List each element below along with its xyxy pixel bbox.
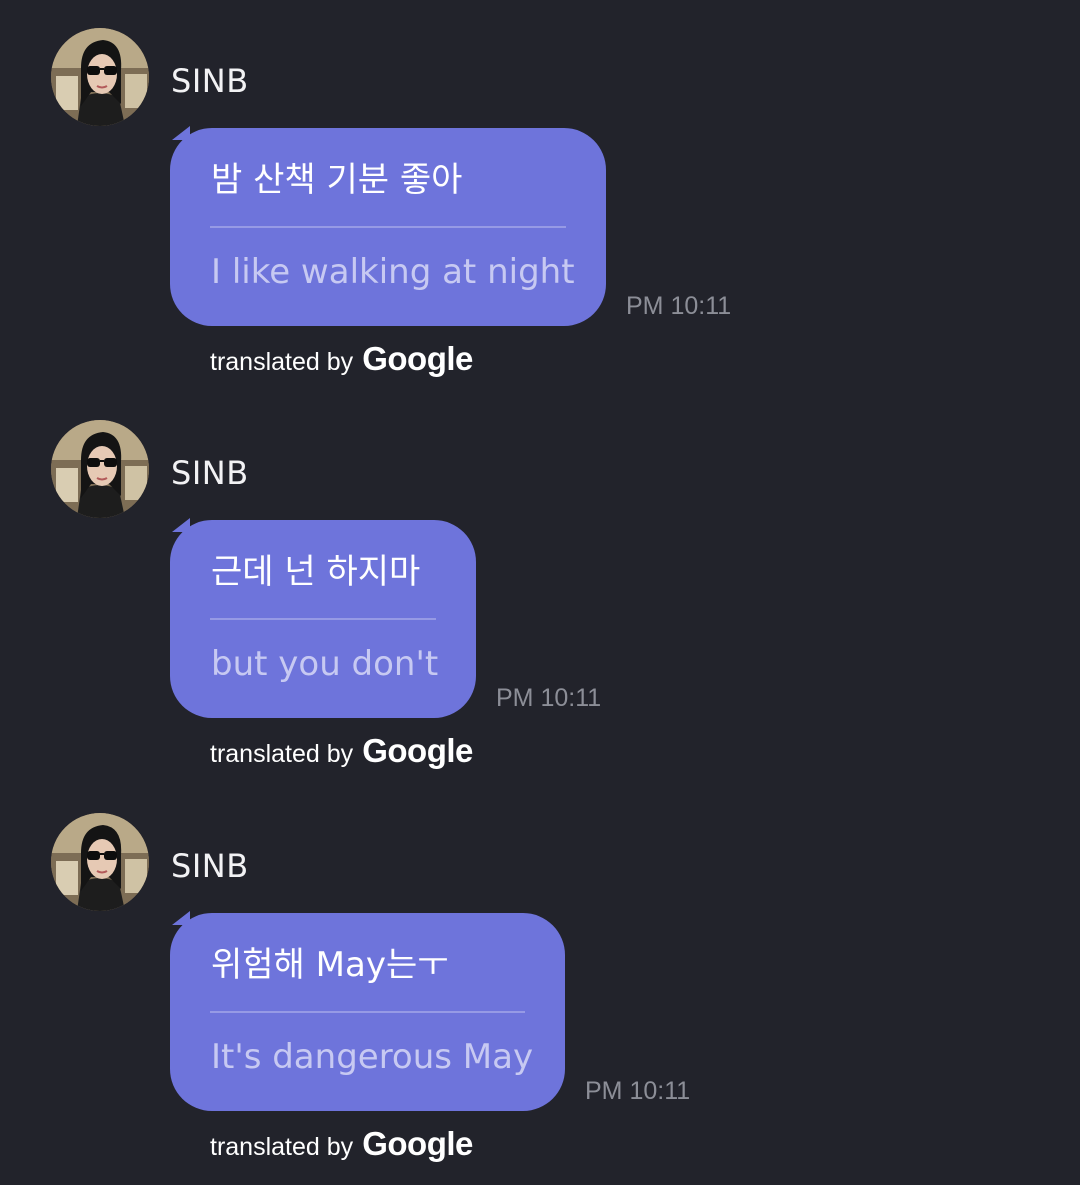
- timestamp: PM 10:11: [496, 684, 602, 712]
- translation-attribution: translated by Google: [210, 732, 473, 770]
- avatar-photo-icon: [51, 28, 149, 126]
- message-bubble[interactable]: 근데 넌 하지마 but you don't: [170, 520, 476, 718]
- translation-divider: [210, 226, 566, 228]
- message-bubble[interactable]: 위험해 May는ㅜ It's dangerous May: [170, 913, 565, 1111]
- timestamp: PM 10:11: [585, 1077, 691, 1105]
- chat-message: SINB 위험해 May는ㅜ It's dangerous May PM 10:…: [0, 785, 1080, 1177]
- sender-name: SINB: [171, 62, 249, 100]
- chat-message: SINB 근데 넌 하지마 but you don't PM 10:11 tra…: [0, 392, 1080, 784]
- translation-divider: [210, 1011, 525, 1013]
- google-logo: Google: [362, 1125, 473, 1162]
- attribution-prefix: translated by: [210, 348, 354, 376]
- translated-text: It's dangerous May: [211, 1037, 534, 1077]
- original-text: 근데 넌 하지마: [211, 552, 421, 592]
- translation-attribution: translated by Google: [210, 340, 473, 378]
- translated-text: I like walking at night: [211, 252, 575, 292]
- chat-message: SINB 밤 산책 기분 좋아 I like walking at night …: [0, 0, 1080, 392]
- avatar[interactable]: [51, 420, 149, 518]
- original-text: 밤 산책 기분 좋아: [211, 160, 463, 200]
- original-text: 위험해 May는ㅜ: [211, 945, 449, 985]
- avatar[interactable]: [51, 28, 149, 126]
- sender-name: SINB: [171, 847, 249, 885]
- avatar-photo-icon: [51, 420, 149, 518]
- attribution-prefix: translated by: [210, 1133, 354, 1161]
- google-logo: Google: [362, 732, 473, 769]
- attribution-prefix: translated by: [210, 740, 354, 768]
- translated-text: but you don't: [211, 644, 439, 684]
- avatar-photo-icon: [51, 813, 149, 911]
- timestamp: PM 10:11: [626, 292, 732, 320]
- sender-name: SINB: [171, 454, 249, 492]
- avatar[interactable]: [51, 813, 149, 911]
- translation-attribution: translated by Google: [210, 1125, 473, 1163]
- google-logo: Google: [362, 340, 473, 377]
- message-bubble[interactable]: 밤 산책 기분 좋아 I like walking at night: [170, 128, 606, 326]
- translation-divider: [210, 618, 436, 620]
